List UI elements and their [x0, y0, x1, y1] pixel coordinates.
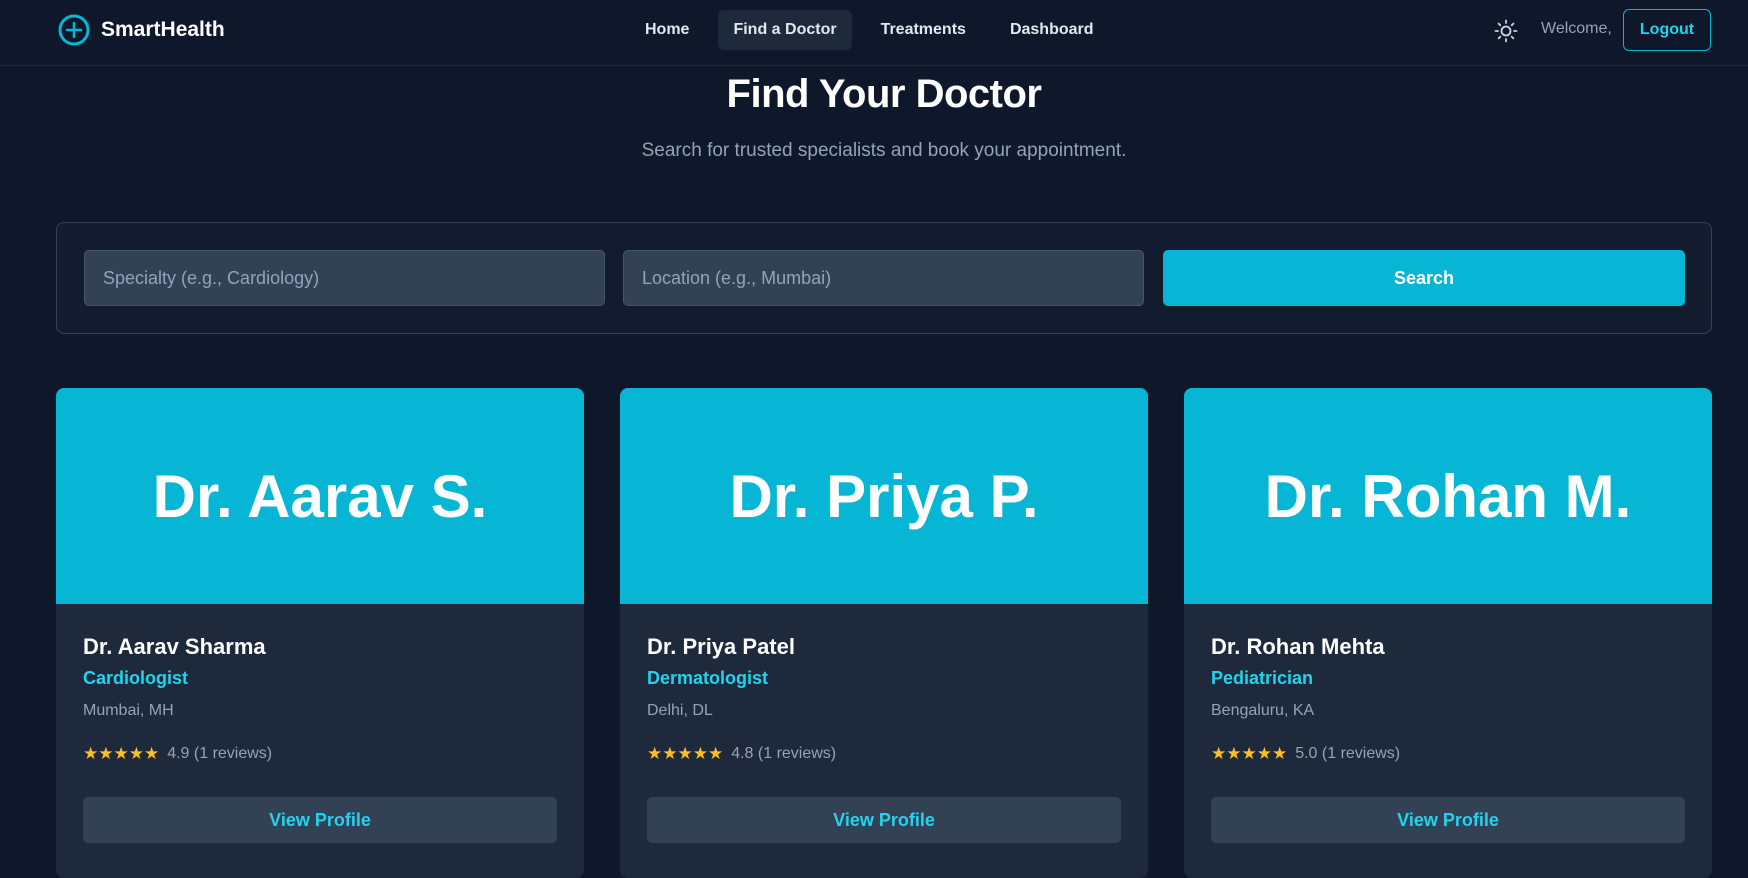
view-profile-button[interactable]: View Profile: [83, 797, 557, 843]
location-input[interactable]: [623, 250, 1144, 306]
star-rating-icon: ★★★★★: [83, 744, 160, 764]
nav-link-dashboard[interactable]: Dashboard: [995, 10, 1109, 50]
doctor-name: Dr. Rohan Mehta: [1211, 634, 1385, 659]
logout-button[interactable]: Logout: [1623, 9, 1711, 51]
doctor-specialty: Pediatrician: [1211, 668, 1314, 688]
doctor-banner-name: Dr. Rohan M.: [1264, 462, 1632, 530]
doctor-rating: ★★★★★ 5.0 (1 reviews): [1211, 744, 1400, 764]
rating-text: 5.0 (1 reviews): [1295, 745, 1401, 762]
doctor-banner-name: Dr. Aarav S.: [152, 462, 488, 530]
welcome-text: Welcome,: [1541, 20, 1612, 37]
sun-icon[interactable]: [1494, 19, 1518, 43]
brand-logo[interactable]: SmartHealth: [57, 13, 225, 47]
search-button[interactable]: Search: [1163, 250, 1685, 306]
main-nav: Home Find a Doctor Treatments Dashboard: [630, 10, 1109, 50]
doctor-rating: ★★★★★ 4.8 (1 reviews): [647, 744, 836, 764]
nav-link-find-a-doctor[interactable]: Find a Doctor: [718, 10, 852, 50]
doctor-location: Delhi, DL: [647, 702, 713, 719]
doctor-card-banner: Dr. Priya P.: [620, 388, 1148, 604]
nav-link-treatments[interactable]: Treatments: [866, 10, 981, 50]
top-navbar: SmartHealth Home Find a Doctor Treatment…: [0, 0, 1748, 66]
star-rating-icon: ★★★★★: [1211, 744, 1288, 764]
doctor-name: Dr. Aarav Sharma: [83, 634, 266, 659]
doctor-card: Dr. Priya P. Dr. Priya Patel Dermatologi…: [620, 388, 1148, 878]
page-title: Find Your Doctor: [726, 72, 1042, 116]
doctor-location: Mumbai, MH: [83, 702, 174, 719]
doctor-card-banner: Dr. Rohan M.: [1184, 388, 1712, 604]
doctor-banner-name: Dr. Priya P.: [729, 462, 1039, 530]
doctor-specialty: Dermatologist: [647, 668, 769, 688]
page-subtitle: Search for trusted specialists and book …: [641, 140, 1127, 161]
doctor-card: Dr. Aarav S. Dr. Aarav Sharma Cardiologi…: [56, 388, 584, 878]
doctor-rating: ★★★★★ 4.9 (1 reviews): [83, 744, 272, 764]
nav-link-home[interactable]: Home: [630, 10, 704, 50]
brand-name: SmartHealth: [101, 18, 225, 41]
view-profile-button[interactable]: View Profile: [1211, 797, 1685, 843]
view-profile-button[interactable]: View Profile: [647, 797, 1121, 843]
doctor-card-banner: Dr. Aarav S.: [56, 388, 584, 604]
doctor-location: Bengaluru, KA: [1211, 702, 1315, 719]
doctor-specialty: Cardiologist: [83, 668, 189, 688]
star-rating-icon: ★★★★★: [647, 744, 724, 764]
rating-text: 4.9 (1 reviews): [167, 745, 273, 762]
doctor-card: Dr. Rohan M. Dr. Rohan Mehta Pediatricia…: [1184, 388, 1712, 878]
rating-text: 4.8 (1 reviews): [731, 745, 837, 762]
search-panel: Search: [56, 222, 1712, 334]
plus-circle-icon: [58, 14, 90, 46]
doctor-name: Dr. Priya Patel: [647, 634, 795, 659]
specialty-input[interactable]: [84, 250, 605, 306]
